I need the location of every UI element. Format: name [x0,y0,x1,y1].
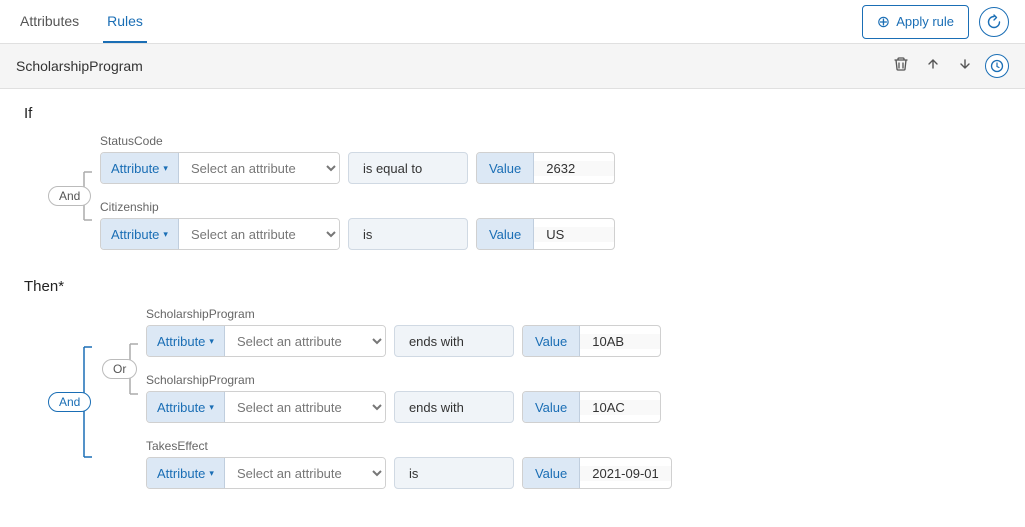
if-row-0-attr-select[interactable]: Attribute ▾ Select an attribute [100,152,340,184]
then-row-0-0-dropdown[interactable]: Select an attribute [225,326,385,356]
attr-type-chevron-1: ▾ [163,229,168,240]
then-group-1-spacer [100,439,146,497]
if-row-0-content: Attribute ▾ Select an attribute is equal… [100,152,1001,184]
then-row-1-0-dropdown[interactable]: Select an attribute [225,458,385,488]
refresh-icon-button[interactable] [979,7,1009,37]
then-group-0: Or ScholarshipProgram [100,307,1001,431]
if-label: If [24,105,1001,122]
if-row-0-value-group: Value 2632 [476,152,615,184]
then-row-1-0: TakesEffect Attribute ▾ Select an a [146,439,1001,497]
arrow-up-icon [925,56,941,72]
then-row-0-0-attr-type[interactable]: Attribute ▾ [147,326,225,356]
if-row-1-attr-type[interactable]: Attribute ▾ [101,219,179,249]
then-row-0-0: ScholarshipProgram Attribute ▾ Sele [146,307,1001,365]
top-nav: Attributes Rules ⊕ Apply rule [0,0,1025,44]
if-bracket: And [44,134,94,258]
then-row-0-0-content: Attribute ▾ Select an attribute end [146,325,1001,357]
attr-type-chevron: ▾ [163,163,168,174]
if-row-0: StatusCode Attribute ▾ Select an attribu… [100,134,1001,192]
move-down-button[interactable] [953,54,977,78]
if-row-1-operator: is [348,218,468,250]
then-row-1-0-value: Value 2021-09-01 [522,457,672,489]
plus-circle-icon: ⊕ [877,12,890,32]
then-outer-bracket: And [44,307,94,497]
then-row-0-1-sublabel: ScholarshipProgram [146,373,1001,387]
then-row-1-0-operator: is [394,457,514,489]
if-section: If And [24,105,1001,258]
then-label: Then* [24,278,1001,295]
app-container: Attributes Rules ⊕ Apply rule Scholarshi… [0,0,1025,527]
then-row-1-0-attr-type[interactable]: Attribute ▾ [147,458,225,488]
rule-title: ScholarshipProgram [16,58,143,74]
refresh-icon [986,14,1002,30]
nav-tabs: Attributes Rules [16,0,147,43]
clock-icon [990,59,1004,73]
then-chevron-1-0: ▾ [209,468,214,479]
then-group-1-rows: TakesEffect Attribute ▾ Select an a [146,439,1001,497]
arrow-down-icon [957,56,973,72]
tab-attributes[interactable]: Attributes [16,0,83,43]
then-row-0-1-value: Value 10AC [522,391,661,423]
trash-icon [893,56,909,72]
then-row-1-0-attr-select[interactable]: Attribute ▾ Select an attribute [146,457,386,489]
if-row-1-value-group: Value US [476,218,615,250]
if-rows: StatusCode Attribute ▾ Select an attribu… [100,134,1001,258]
then-row-0-1-content: Attribute ▾ Select an attribute end [146,391,1001,423]
then-or-bracket: Or [100,307,140,431]
then-row-0-1-attr-select[interactable]: Attribute ▾ Select an attribute [146,391,386,423]
then-chevron-0-0: ▾ [209,336,214,347]
then-row-0-0-operator: ends with [394,325,514,357]
if-row-1-sublabel: Citizenship [100,200,1001,214]
tab-rules[interactable]: Rules [103,0,147,43]
rule-header-actions [889,54,1009,78]
then-row-0-1-attr-type[interactable]: Attribute ▾ [147,392,225,422]
rule-header: ScholarshipProgram [0,44,1025,89]
apply-rule-button[interactable]: ⊕ Apply rule [862,5,969,39]
then-row-0-1-operator: ends with [394,391,514,423]
then-row-0-0-value: Value 10AB [522,325,661,357]
then-section: Then* And [24,278,1001,497]
then-or-badge: Or [102,359,137,379]
then-row-1-0-sublabel: TakesEffect [146,439,1001,453]
then-row-0-0-attr-select[interactable]: Attribute ▾ Select an attribute [146,325,386,357]
if-row-0-attr-dropdown[interactable]: Select an attribute [179,153,339,183]
then-row-0-1: ScholarshipProgram Attribute ▾ Sele [146,373,1001,431]
main-content: If And [0,89,1025,527]
then-groups: Or ScholarshipProgram [100,307,1001,497]
then-row-1-0-content: Attribute ▾ Select an attribute is [146,457,1001,489]
if-and-badge: And [48,186,91,206]
then-group-0-rows: ScholarshipProgram Attribute ▾ Sele [146,307,1001,431]
rule-clock-button[interactable] [985,54,1009,78]
then-row-0-0-sublabel: ScholarshipProgram [146,307,1001,321]
if-row-0-sublabel: StatusCode [100,134,1001,148]
if-row-1-attr-select[interactable]: Attribute ▾ Select an attribute [100,218,340,250]
then-and-badge: And [48,392,91,412]
if-row-1-content: Attribute ▾ Select an attribute is [100,218,1001,250]
then-outer-wrapper: And [44,307,1001,497]
if-row-1: Citizenship Attribute ▾ Select an attrib… [100,200,1001,258]
if-row-0-operator: is equal to [348,152,468,184]
nav-actions: ⊕ Apply rule [862,5,1009,39]
delete-rule-button[interactable] [889,54,913,78]
if-row-0-attr-type[interactable]: Attribute ▾ [101,153,179,183]
if-row-1-attr-dropdown[interactable]: Select an attribute [179,219,339,249]
then-group-1: TakesEffect Attribute ▾ Select an a [100,439,1001,497]
then-chevron-0-1: ▾ [209,402,214,413]
move-up-button[interactable] [921,54,945,78]
then-row-0-1-dropdown[interactable]: Select an attribute [225,392,385,422]
